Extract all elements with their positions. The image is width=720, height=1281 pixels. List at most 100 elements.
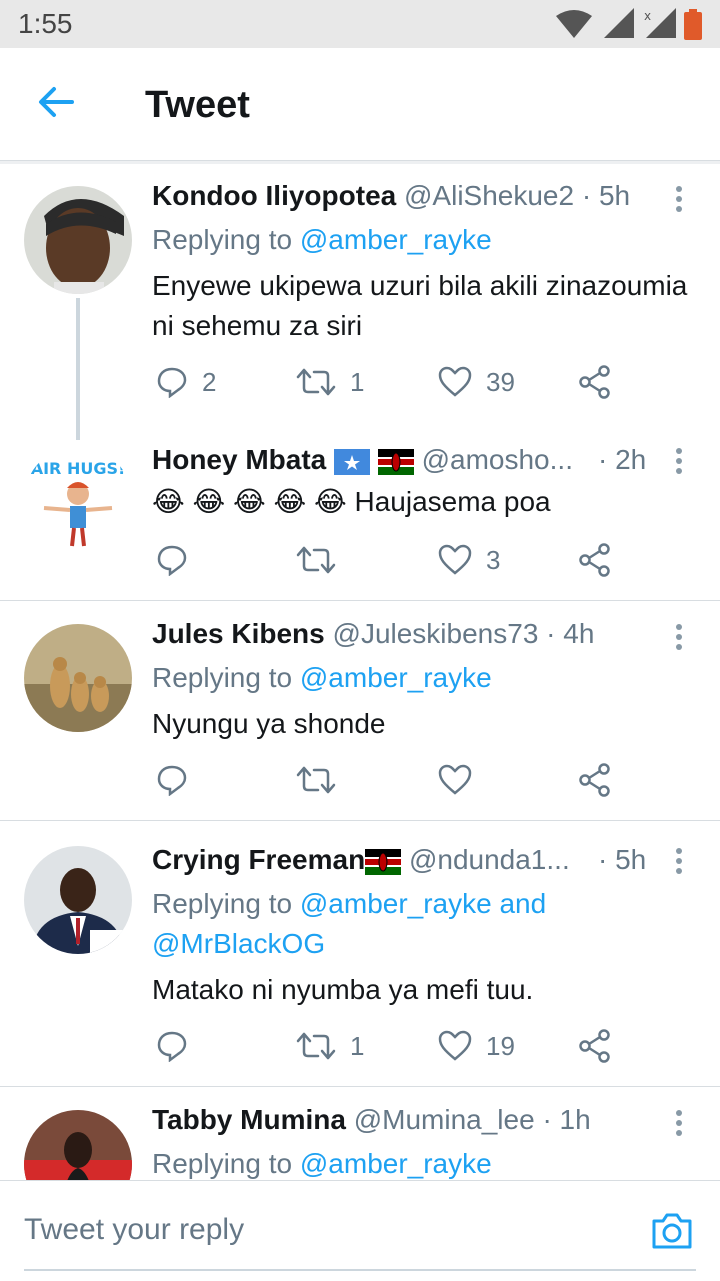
reply-icon [157, 765, 187, 796]
tweet-header: Honey Mbata @amosho... [152, 444, 662, 476]
retweet-icon [296, 766, 336, 794]
more-icon[interactable] [674, 624, 684, 654]
tweet-text: Enyewe ukipewa uzuri bila akili zinazoum… [152, 270, 688, 341]
retweet-icon [296, 368, 336, 396]
replying-prefix: Replying to [152, 224, 293, 255]
somalia-flag-icon [334, 448, 371, 475]
like-icon [438, 544, 472, 575]
mention-link[interactable]: @amber_rayke and [300, 888, 546, 919]
wifi-icon [556, 10, 592, 38]
replying-to: Replying to @amber_rayke [152, 220, 492, 260]
status-icons: x [556, 8, 702, 40]
tweet-header: Jules Kibens @Juleskibens73 · 4h [152, 618, 594, 650]
reply-icon [157, 1031, 187, 1062]
tweet-item[interactable]: Tabby Mumina @Mumina_lee · 1h Replying t… [0, 1104, 720, 1180]
tweet-text: 😂 😂 😂 😂 😂 Haujasema poa [152, 486, 551, 517]
author-name[interactable]: Tabby Mumina [152, 1104, 346, 1135]
more-icon[interactable] [674, 448, 684, 478]
share-button[interactable] [578, 760, 612, 800]
like-count: 3 [486, 544, 501, 575]
share-button[interactable] [578, 362, 612, 402]
author-name[interactable]: Crying Freeman [152, 844, 365, 875]
reply-input-underline [24, 1269, 696, 1271]
replying-to-line-2: @MrBlackOG [152, 924, 325, 964]
replying-prefix: Replying to [152, 1148, 293, 1179]
tweet-time: · 5h [581, 180, 631, 211]
reply-icon [157, 367, 187, 398]
avatar[interactable]: AIR HUGS! [24, 446, 132, 554]
tweet-header: Kondoo Iliyopotea @AliShekue2 · 5h [152, 180, 630, 212]
more-icon[interactable] [674, 186, 684, 216]
tweet-item[interactable]: AIR HUGS! Honey Mbata @amosho... · 2h 😂 … [0, 444, 720, 600]
more-icon[interactable] [674, 1110, 684, 1140]
retweet-button[interactable]: 1 [296, 362, 364, 402]
replying-prefix: Replying to [152, 662, 293, 693]
avatar[interactable] [24, 846, 132, 954]
share-button[interactable] [578, 1026, 612, 1066]
author-handle: @Juleskibens73 [332, 618, 539, 649]
reply-count: 2 [202, 366, 217, 397]
avatar[interactable] [24, 1110, 132, 1180]
reply-button[interactable] [156, 760, 202, 800]
mention-link[interactable]: @MrBlackOG [152, 928, 325, 959]
tweet-item[interactable]: Jules Kibens @Juleskibens73 · 4h Replyin… [0, 618, 720, 820]
like-count: 19 [486, 1030, 515, 1061]
like-button[interactable]: 3 [438, 540, 500, 580]
more-icon[interactable] [674, 848, 684, 878]
like-count: 39 [486, 366, 515, 397]
signal-icon [604, 8, 634, 38]
status-time: 1:55 [18, 8, 73, 39]
retweet-button[interactable]: 1 [296, 1026, 364, 1066]
reply-button[interactable] [156, 1026, 202, 1066]
tweet-text: Nyungu ya shonde [152, 708, 386, 739]
tweet-item[interactable]: Crying Freeman @ndunda1... · 5h Replying… [0, 844, 720, 1084]
tweet-actions: 1 19 [152, 1026, 632, 1066]
svg-text:x: x [644, 9, 651, 23]
app-bar-divider [0, 161, 720, 164]
reply-button[interactable]: 2 [156, 362, 216, 402]
replying-to: Replying to @amber_rayke [152, 658, 492, 698]
tweet-actions [152, 760, 632, 800]
author-name[interactable]: Honey Mbata [152, 444, 326, 475]
tweet-actions: 3 [152, 540, 632, 580]
reply-button[interactable] [156, 540, 202, 580]
author-handle: @AliShekue2 [404, 180, 575, 211]
reply-icon [157, 545, 187, 576]
retweet-icon [296, 1032, 336, 1060]
retweet-button[interactable] [296, 760, 350, 800]
tweet-time-wrap: · 5h [598, 844, 646, 876]
retweet-icon [296, 546, 336, 574]
share-icon [579, 1029, 610, 1063]
author-handle: @amosho... [421, 444, 573, 475]
kenya-flag-icon [377, 448, 414, 475]
camera-icon[interactable] [650, 1211, 694, 1251]
replying-to: Replying to @amber_rayke [152, 1144, 492, 1180]
author-handle: @ndunda1... [408, 844, 570, 875]
like-button[interactable] [438, 760, 486, 800]
status-bar: 1:55 x [0, 0, 720, 48]
share-icon [579, 543, 610, 577]
like-icon [438, 1030, 472, 1061]
like-icon [438, 764, 472, 795]
page-title: Tweet [145, 84, 250, 126]
thread-line [76, 298, 80, 440]
avatar[interactable] [24, 624, 132, 732]
like-button[interactable]: 39 [438, 362, 515, 402]
avatar[interactable] [24, 186, 132, 294]
mention-link[interactable]: @amber_rayke [300, 1148, 492, 1179]
share-button[interactable] [578, 540, 612, 580]
author-name[interactable]: Jules Kibens [152, 618, 325, 649]
author-name[interactable]: Kondoo Iliyopotea [152, 180, 396, 211]
tweet-text: Matako ni nyumba ya mefi tuu. [152, 974, 534, 1005]
reply-input[interactable]: Tweet your reply [24, 1213, 244, 1247]
tweet-divider [0, 1086, 720, 1087]
back-arrow-icon[interactable] [36, 82, 76, 122]
tweet-actions: 2 1 39 [152, 362, 632, 402]
mention-link[interactable]: @amber_rayke [300, 662, 492, 693]
reply-composer: Tweet your reply [0, 1180, 720, 1281]
mention-link[interactable]: @amber_rayke [300, 224, 492, 255]
tweet-time-wrap: · 2h [598, 444, 646, 476]
replying-prefix: Replying to [152, 888, 293, 919]
retweet-button[interactable] [296, 540, 350, 580]
like-button[interactable]: 19 [438, 1026, 515, 1066]
